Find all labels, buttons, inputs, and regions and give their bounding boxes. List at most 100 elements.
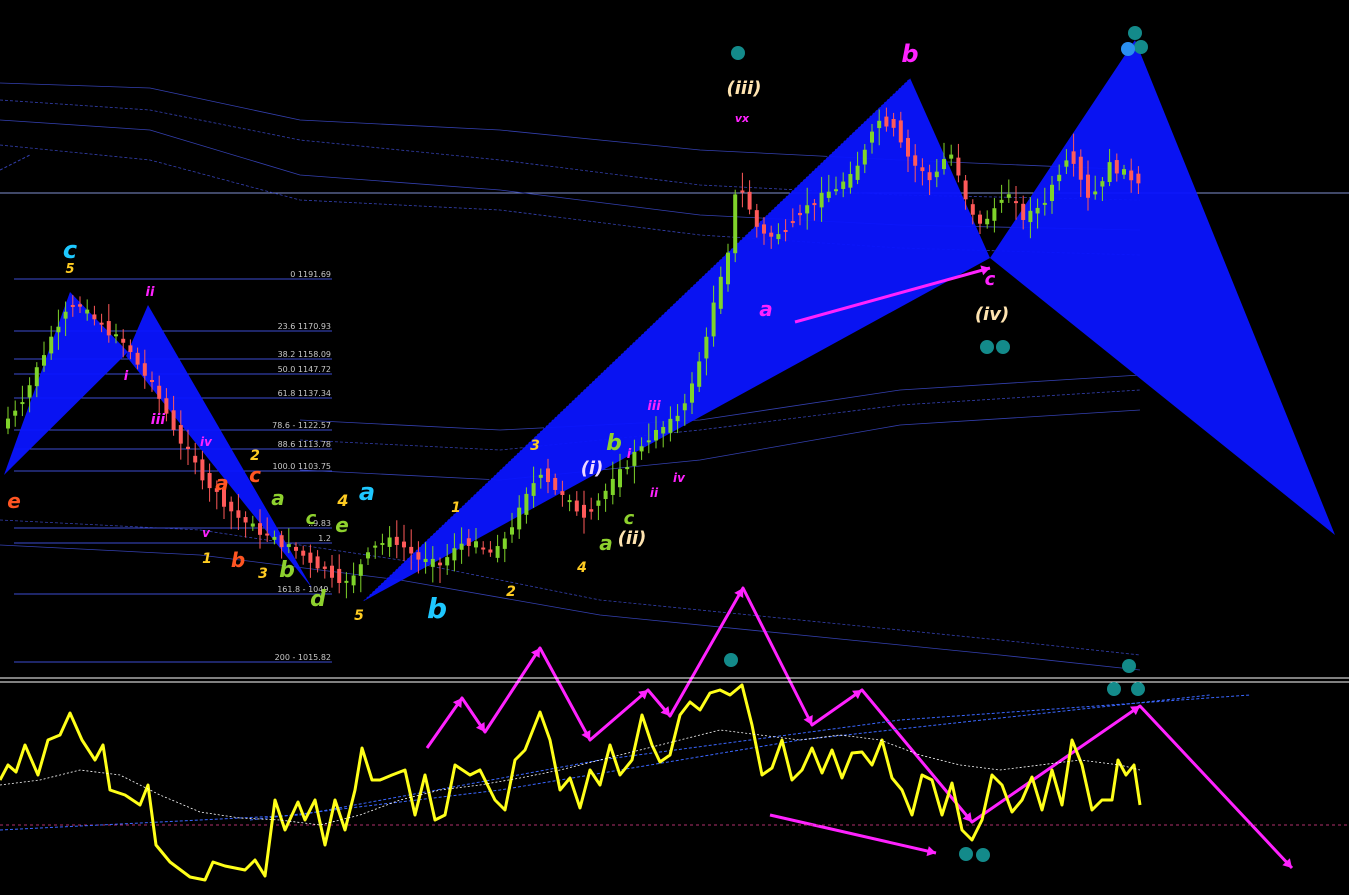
arrow-zigzag [425,586,1294,870]
candles[interactable] [6,107,1141,599]
candle-body [63,311,68,319]
wave-label: i [124,369,129,384]
candle-body [171,410,176,430]
candle-body [27,385,32,398]
candle-body [459,543,464,550]
wave-label: a [359,478,375,506]
wave-label: b [231,548,245,572]
candle-body [891,118,896,128]
candle-body [13,410,18,416]
candle-body [1064,160,1069,167]
candle-body [337,568,342,583]
wave-label: b [279,558,295,583]
envelope-band-line [0,544,1141,671]
candle-body [560,491,565,495]
arrow-lower-divergence [769,813,937,855]
candle-body [1093,191,1098,195]
candle-body [286,544,291,548]
candle-body [488,549,493,553]
candle-body [999,199,1004,203]
signal-dot [976,848,990,862]
candle-body [978,214,982,224]
candle-body [1136,173,1141,184]
candle-body [78,304,82,307]
signal-dot [1131,682,1145,696]
envelope-band-line [0,154,31,171]
candle-body [747,191,752,210]
signal-dot [1134,40,1148,54]
oscillator-trend-line [0,694,1251,831]
candle-body [1129,170,1134,181]
candle-body [150,380,154,383]
candle-body [517,507,522,530]
candle-body [610,478,615,495]
candle-body [366,552,370,559]
envelope-band-line [0,82,1141,171]
harmonic-pattern-main-b [990,40,1335,535]
candle-body [114,334,118,337]
candle-body [6,418,10,429]
candle-body [574,500,579,512]
candle-body [445,557,450,566]
candle-body [805,205,810,214]
signal-dot [1128,26,1142,40]
candle-body [330,565,334,578]
candle-body [106,321,111,336]
candle-body [812,203,817,206]
price-chart[interactable]: 0 1191.69 23.6 1170.93 38.2 1158.09 50.0 11… [0,0,1349,895]
candle-body [474,541,478,548]
candle-body [1050,184,1054,201]
candle-body [358,564,363,576]
candle-body [402,541,406,548]
signal-dot [959,847,973,861]
candle-body [142,363,147,376]
candle-body [949,154,954,159]
candle-body [186,446,190,449]
wave-label: (iii) [727,78,762,99]
candle-body [99,322,104,325]
candle-body [423,558,428,563]
candle-body [236,510,241,518]
candle-body [733,194,738,254]
fib-label-78.6: 78.6 - 1122.57 [272,421,331,430]
candle-body [589,509,594,512]
wave-label: c [985,269,996,290]
wave-label: (ii) [618,528,647,549]
candle-body [819,192,824,208]
candle-body [510,527,514,535]
wave-label: b [606,431,622,456]
fib-label-138.2: 1.2 [318,534,331,543]
candle-body [279,535,284,548]
wave-label: ii [650,486,659,500]
candle-body [970,204,975,215]
wave-label: 1 [451,500,461,516]
candle-body [438,562,442,566]
candle-body [42,355,46,366]
wave-label: 5 [354,608,364,624]
candle-body [502,538,507,549]
wave-label: 4 [576,560,587,576]
candle-body [1014,201,1018,204]
signal-dot [980,340,994,354]
candle-body [121,338,126,343]
candle-body [596,500,601,506]
candle-body [409,546,414,554]
candle-body [85,309,90,314]
candle-body [380,543,385,546]
wave-label: vx [735,112,750,125]
candle-body [92,314,97,320]
wave-label: iii [647,399,661,414]
signal-dot [1107,682,1121,696]
candle-body [1057,174,1062,182]
signal-dot [1122,659,1136,673]
candle-body [416,552,421,560]
wave-label: 3 [530,438,540,454]
candle-body [135,352,140,365]
wave-label: e [7,489,21,513]
candle-body [855,165,860,180]
candle-body [826,191,831,198]
candle-body [841,181,846,189]
signal-dot [724,653,738,667]
wave-label: 1 [202,551,212,567]
wave-label: 3 [258,566,268,582]
